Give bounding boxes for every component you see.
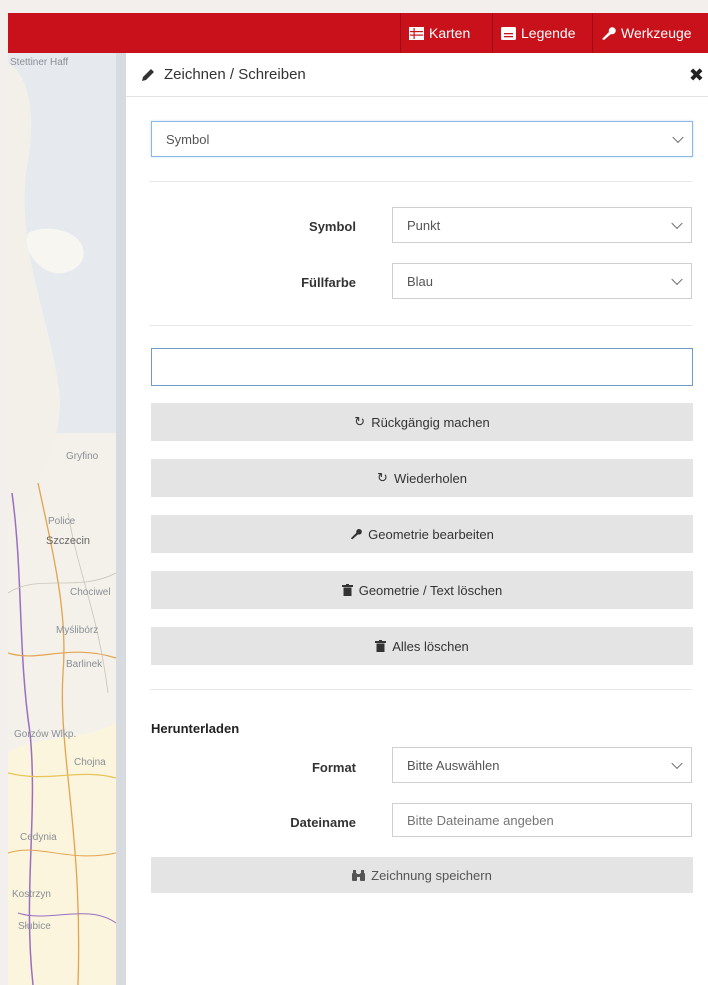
fill-color-select-value: Blau bbox=[407, 273, 434, 289]
draw-panel: Zeichnen / Schreiben ✖ Symbol Symbol Pun… bbox=[126, 53, 708, 985]
wrench-icon bbox=[602, 26, 616, 40]
trash-icon bbox=[375, 640, 387, 652]
fill-color-select[interactable]: Blau bbox=[392, 263, 692, 299]
mode-select-value: Symbol bbox=[166, 131, 210, 147]
map-label: Szczecin bbox=[46, 535, 91, 547]
nav-karten-label: Karten bbox=[429, 25, 471, 41]
panel-header: Zeichnen / Schreiben ✖ bbox=[126, 53, 708, 97]
redo-button[interactable]: ↻ Wiederholen bbox=[151, 459, 693, 497]
wrench-icon bbox=[350, 528, 362, 540]
table-icon bbox=[409, 26, 424, 40]
filename-label: Dateiname bbox=[290, 815, 356, 830]
divider bbox=[150, 689, 692, 690]
format-label: Format bbox=[311, 760, 356, 775]
format-select[interactable]: Bitte Auswählen bbox=[392, 747, 692, 783]
symbol-select-value: Punkt bbox=[407, 217, 441, 233]
panel-splitter[interactable] bbox=[116, 53, 126, 985]
filename-input[interactable] bbox=[392, 803, 692, 837]
legend-icon bbox=[501, 26, 516, 40]
chevron-down-icon bbox=[672, 131, 684, 144]
undo-button[interactable]: ↻ Rückgängig machen bbox=[151, 403, 693, 441]
map-label: Barlinek bbox=[66, 659, 103, 670]
undo-icon: ↻ bbox=[354, 414, 366, 429]
map-label: Gryfino bbox=[66, 451, 99, 462]
trash-icon bbox=[341, 584, 353, 596]
chevron-down-icon bbox=[671, 757, 683, 770]
divider bbox=[150, 181, 692, 182]
symbol-select[interactable]: Punkt bbox=[392, 207, 692, 243]
map-label: Słubice bbox=[18, 921, 51, 932]
map-label: Chojna bbox=[74, 757, 106, 768]
close-icon[interactable]: ✖ bbox=[689, 65, 704, 86]
text-input[interactable] bbox=[151, 348, 693, 386]
map-label: Police bbox=[48, 516, 76, 527]
map-label: Gorzów Wlkp. bbox=[14, 729, 77, 740]
nav-werkzeuge-label: Werkzeuge bbox=[621, 25, 692, 41]
divider bbox=[150, 325, 692, 326]
delete-all-button[interactable]: Alles löschen bbox=[151, 627, 693, 665]
map-label: Chociwel bbox=[70, 587, 111, 598]
edit-geometry-button-label: Geometrie bearbeiten bbox=[368, 526, 494, 542]
nav-legende[interactable]: Legende bbox=[492, 13, 590, 53]
map-view[interactable]: Stettiner Haff Gryfino Police Szczecin C… bbox=[8, 53, 116, 985]
save-drawing-button-label: Zeichnung speichern bbox=[371, 867, 492, 883]
map-label: Cedynia bbox=[20, 832, 57, 843]
save-drawing-button[interactable]: Zeichnung speichern bbox=[151, 857, 693, 893]
delete-all-button-label: Alles löschen bbox=[392, 638, 469, 654]
nav-karten[interactable]: Karten bbox=[400, 13, 488, 53]
fill-color-label: Füllfarbe bbox=[301, 275, 356, 290]
format-select-value: Bitte Auswählen bbox=[407, 757, 500, 773]
nav-legende-label: Legende bbox=[521, 25, 576, 41]
delete-geometry-button-label: Geometrie / Text löschen bbox=[358, 582, 503, 598]
binoculars-icon bbox=[352, 869, 366, 881]
nav-werkzeuge[interactable]: Werkzeuge bbox=[592, 13, 708, 53]
chevron-down-icon bbox=[671, 273, 683, 286]
delete-geometry-button[interactable]: Geometrie / Text löschen bbox=[151, 571, 693, 609]
map-label: Stettiner Haff bbox=[10, 57, 69, 68]
edit-geometry-button[interactable]: Geometrie bearbeiten bbox=[151, 515, 693, 553]
redo-button-label: Wiederholen bbox=[393, 470, 467, 486]
redo-icon: ↻ bbox=[377, 470, 388, 485]
map-label: Kostrzyn bbox=[12, 889, 51, 900]
pencil-icon bbox=[142, 69, 154, 81]
download-section-title: Herunterladen bbox=[151, 721, 240, 736]
chevron-down-icon bbox=[671, 217, 683, 230]
symbol-label: Symbol bbox=[309, 219, 356, 234]
panel-title: Zeichnen / Schreiben bbox=[164, 66, 306, 83]
map-label: Myślibórz bbox=[56, 625, 99, 636]
undo-button-label: Rückgängig machen bbox=[371, 414, 490, 430]
mode-select[interactable]: Symbol bbox=[151, 121, 693, 157]
